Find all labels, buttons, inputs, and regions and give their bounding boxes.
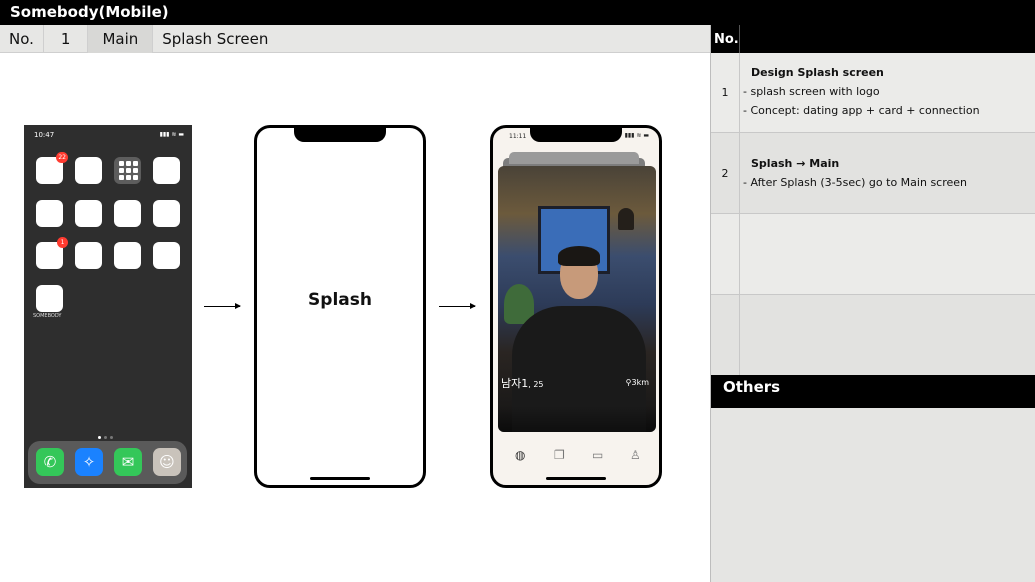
splash-screen-mockup: Splash bbox=[254, 125, 426, 488]
card-name-text: 남자1 bbox=[501, 377, 529, 390]
somebody-app-icon[interactable] bbox=[36, 285, 63, 312]
row-number-empty bbox=[711, 295, 740, 375]
phone-icon[interactable]: ✆ bbox=[36, 448, 64, 476]
card-info-overlay bbox=[498, 406, 656, 432]
main-status-icons: ▮▮▮ ≋ ▬ bbox=[624, 132, 649, 139]
flow-arrow bbox=[439, 303, 476, 309]
card-distance-text: 3km bbox=[631, 378, 649, 387]
home-icon[interactable]: ◍ bbox=[515, 448, 525, 462]
home-indicator bbox=[546, 477, 606, 480]
profile-icon[interactable]: ♙ bbox=[630, 448, 641, 462]
row-number: 1 bbox=[711, 53, 740, 132]
home-indicator bbox=[310, 477, 370, 480]
row-title: Splash → Main bbox=[751, 157, 840, 170]
main-status-time: 11:11 bbox=[509, 133, 527, 140]
row-line: splash screen with logo bbox=[750, 85, 980, 98]
flow-arrow bbox=[204, 303, 241, 309]
home-status-icons: ▮▮▮ ≋ ▬ bbox=[159, 131, 184, 138]
description-row-empty bbox=[711, 214, 1035, 295]
card-name: 남자1, 25 bbox=[501, 375, 544, 391]
app-icon[interactable] bbox=[153, 157, 180, 184]
breadcrumb-section[interactable]: Main bbox=[88, 25, 154, 53]
card-age: , 25 bbox=[528, 380, 544, 389]
breadcrumb-no-label: No. bbox=[0, 25, 44, 53]
breadcrumb-no-value: 1 bbox=[44, 25, 89, 53]
app-icon[interactable] bbox=[75, 242, 102, 269]
app-icon[interactable] bbox=[114, 242, 141, 269]
row-line: Concept: dating app + card + connection bbox=[750, 104, 979, 117]
phone-notch bbox=[294, 128, 386, 142]
card-distance: ⚲3km bbox=[626, 378, 649, 387]
breadcrumb: No. 1 Main Splash Screen bbox=[0, 25, 711, 53]
main-screen-mockup: 11:11 ▮▮▮ ≋ ▬ 남자1, 25 ⚲3km ◍ ❐ ▭ ♙ bbox=[490, 125, 662, 488]
app-library-icon[interactable] bbox=[114, 157, 141, 184]
somebody-app-label: SOMEBODY bbox=[33, 313, 62, 319]
cards-icon[interactable]: ❐ bbox=[554, 448, 565, 462]
app-title-bar: Somebody(Mobile) bbox=[0, 0, 1035, 25]
row-description: Splash → Main After Splash (3-5sec) go t… bbox=[750, 157, 967, 195]
chat-icon[interactable]: ▭ bbox=[592, 448, 603, 462]
others-header: Others bbox=[711, 375, 1035, 408]
safari-icon[interactable]: ✧ bbox=[75, 448, 103, 476]
app-icon[interactable]: 1 bbox=[36, 237, 68, 269]
card-photo-hair bbox=[558, 246, 600, 266]
panel-header: No. bbox=[711, 25, 1035, 53]
home-status-time: 10:47 bbox=[34, 131, 55, 139]
card-photo-lamp bbox=[618, 208, 634, 230]
description-row-empty bbox=[711, 295, 1035, 375]
app-icon[interactable] bbox=[153, 200, 180, 227]
card-stack-back bbox=[509, 152, 639, 164]
row-number-empty bbox=[711, 214, 740, 294]
row-line: After Splash (3-5sec) go to Main screen bbox=[750, 176, 967, 189]
splash-label: Splash bbox=[308, 290, 372, 310]
row-title: Design Splash screen bbox=[751, 66, 884, 79]
app-title: Somebody(Mobile) bbox=[10, 3, 169, 21]
bottom-tab-bar: ◍ ❐ ▭ ♙ bbox=[493, 448, 659, 472]
others-body bbox=[711, 408, 1035, 582]
phone-notch bbox=[530, 128, 622, 142]
others-title: Others bbox=[723, 378, 781, 396]
row-description: Design Splash screen splash screen with … bbox=[750, 66, 980, 123]
app-icon[interactable] bbox=[153, 242, 180, 269]
breadcrumb-page: Splash Screen bbox=[162, 30, 269, 48]
profile-card[interactable] bbox=[498, 166, 656, 432]
messages-icon[interactable]: ✉ bbox=[114, 448, 142, 476]
notification-badge: 1 bbox=[57, 237, 68, 248]
contacts-icon[interactable]: ☺ bbox=[153, 448, 181, 476]
app-icon[interactable] bbox=[36, 200, 63, 227]
app-icon[interactable]: 22 bbox=[36, 152, 68, 184]
app-icon[interactable] bbox=[114, 200, 141, 227]
app-icon[interactable] bbox=[75, 157, 102, 184]
notification-badge: 22 bbox=[56, 152, 68, 163]
row-number: 2 bbox=[711, 133, 740, 213]
description-row: 1 Design Splash screen splash screen wit… bbox=[711, 53, 1035, 133]
panel-no-header: No. bbox=[714, 32, 739, 47]
app-icon[interactable] bbox=[75, 200, 102, 227]
description-row: 2 Splash → Main After Splash (3-5sec) go… bbox=[711, 133, 1035, 214]
